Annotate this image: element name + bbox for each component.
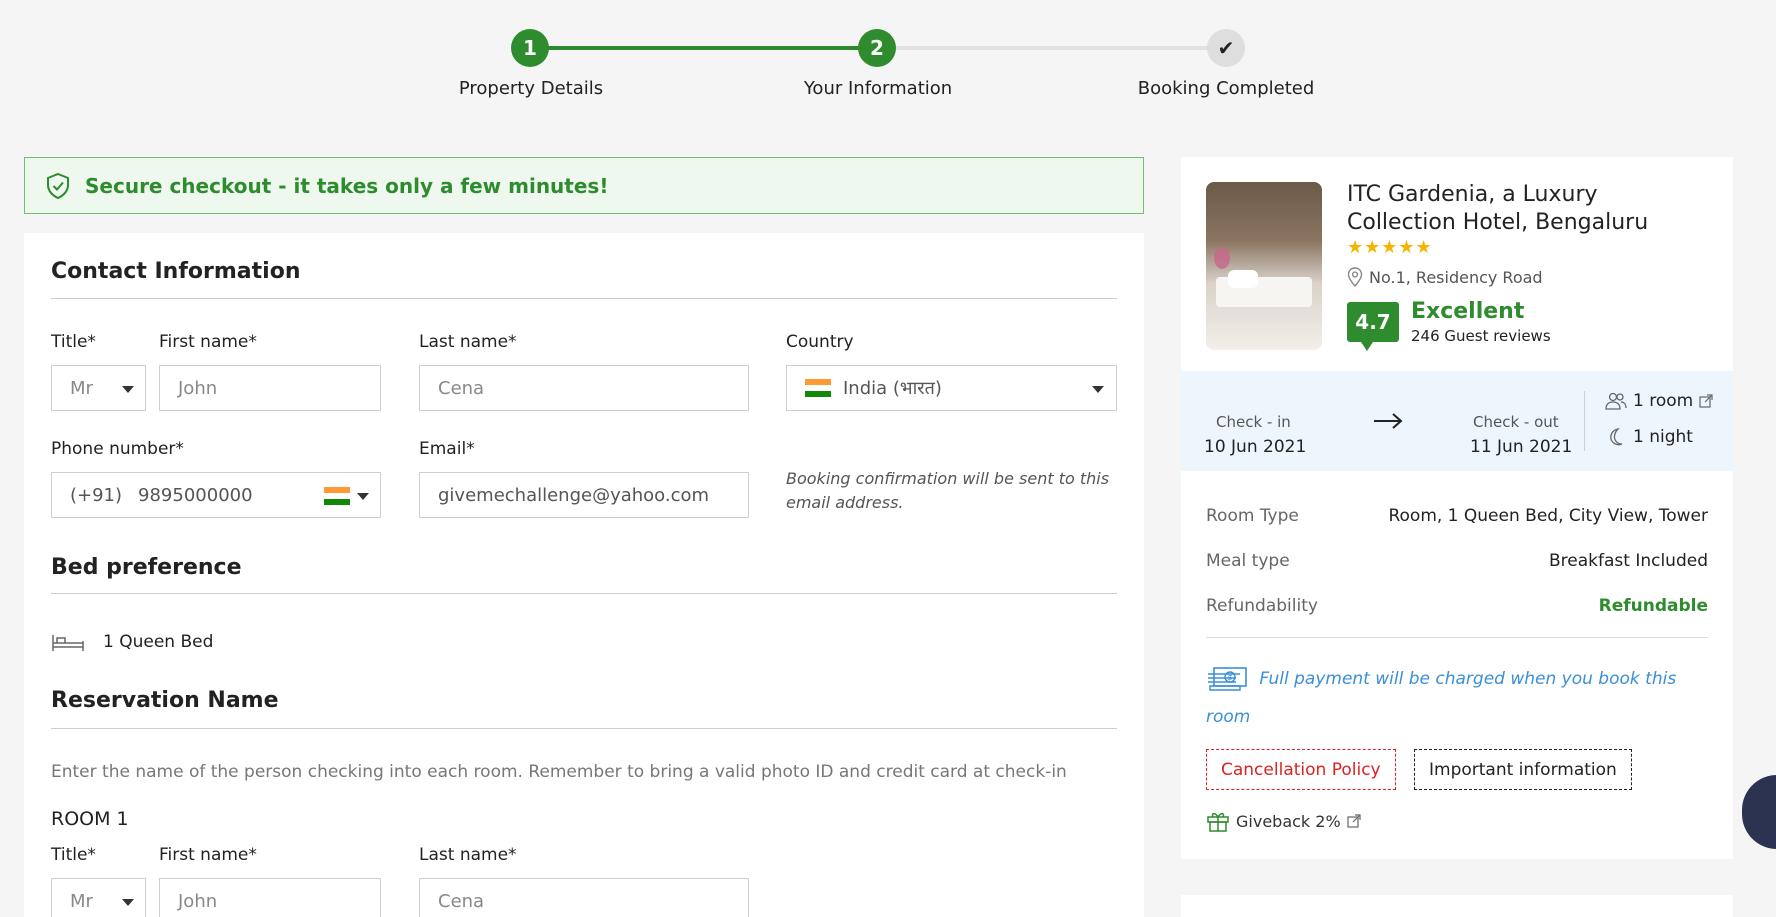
room-1-label: ROOM 1 bbox=[51, 808, 129, 830]
hotel-photo[interactable] bbox=[1206, 182, 1322, 350]
stepper-progress-pending bbox=[877, 46, 1226, 50]
hotel-star-rating: ★★★★★ bbox=[1347, 237, 1433, 258]
meal-type-value: Breakfast Included bbox=[1548, 551, 1708, 571]
chevron-down-icon bbox=[122, 386, 134, 393]
arrow-right-icon bbox=[1374, 413, 1403, 429]
email-input[interactable]: givemechallenge@yahoo.com bbox=[419, 472, 749, 518]
hotel-address: No.1, Residency Road bbox=[1347, 267, 1543, 287]
first-name-input[interactable]: John bbox=[159, 365, 381, 411]
money-icon: $ bbox=[1208, 667, 1247, 691]
gift-icon bbox=[1207, 812, 1229, 832]
room-title-select[interactable]: Mr bbox=[51, 878, 146, 917]
refundability-value: Refundable bbox=[1598, 596, 1708, 616]
night-count-text: 1 night bbox=[1633, 427, 1693, 447]
giveback-link[interactable]: Giveback 2% bbox=[1206, 809, 1361, 833]
stay-dates-panel: Check - in 10 Jun 2021 Check - out 11 Ju… bbox=[1181, 371, 1733, 471]
giveback-text: Giveback 2% bbox=[1236, 811, 1341, 831]
svg-text:$: $ bbox=[1228, 673, 1233, 682]
bed-option-label: 1 Queen Bed bbox=[103, 632, 214, 652]
title-label: Title* bbox=[51, 332, 96, 352]
moon-icon bbox=[1610, 427, 1623, 446]
review-count[interactable]: 246 Guest reviews bbox=[1411, 327, 1551, 345]
room-title-value: Mr bbox=[70, 890, 93, 912]
bed-icon bbox=[52, 635, 84, 651]
external-link-icon[interactable] bbox=[1347, 814, 1361, 828]
step-2-circle: 2 bbox=[858, 29, 896, 67]
phone-label: Phone number* bbox=[51, 439, 184, 459]
booking-stepper: 1 Property Details 2 Your Information ✔ … bbox=[0, 0, 1776, 120]
india-flag-icon[interactable] bbox=[324, 487, 350, 505]
checkin-label: Check - in bbox=[1216, 413, 1291, 431]
step-1-circle: 1 bbox=[511, 29, 549, 67]
phone-input[interactable]: (+91) 9895000000 bbox=[51, 472, 381, 518]
phone-number-value: 9895000000 bbox=[138, 484, 253, 506]
hotel-name[interactable]: ITC Gardenia, a Luxury Collection Hotel,… bbox=[1347, 181, 1707, 237]
room-first-name-input[interactable]: John bbox=[159, 878, 381, 917]
checkin-date: 10 Jun 2021 bbox=[1204, 437, 1307, 457]
room-first-name-label: First name* bbox=[159, 845, 257, 865]
meal-type-row: Meal type Breakfast Included bbox=[1206, 551, 1708, 571]
checkout-date: 11 Jun 2021 bbox=[1470, 437, 1573, 457]
room-last-name-label: Last name* bbox=[419, 845, 517, 865]
review-score-word: Excellent bbox=[1411, 299, 1525, 324]
email-label: Email* bbox=[419, 439, 475, 459]
dates-separator bbox=[1584, 391, 1585, 451]
payment-note: $ Full payment will be charged when you … bbox=[1206, 660, 1716, 736]
title-select[interactable]: Mr bbox=[51, 365, 146, 411]
room-title-label: Title* bbox=[51, 845, 96, 865]
step-1-label: Property Details bbox=[458, 78, 604, 99]
room-last-name-input[interactable]: Cena bbox=[419, 878, 749, 917]
bed-divider bbox=[51, 593, 1117, 594]
contact-information-heading: Contact Information bbox=[51, 259, 301, 284]
refundability-row: Refundability Refundable bbox=[1206, 596, 1708, 616]
chevron-down-icon bbox=[1092, 386, 1104, 393]
external-link-icon[interactable] bbox=[1699, 394, 1713, 408]
chat-widget-button[interactable] bbox=[1742, 775, 1776, 849]
meal-type-key: Meal type bbox=[1206, 551, 1290, 571]
india-flag-icon bbox=[805, 379, 831, 397]
secure-checkout-text: Secure checkout - it takes only a few mi… bbox=[85, 173, 609, 198]
hotel-address-text: No.1, Residency Road bbox=[1369, 267, 1543, 287]
secure-checkout-banner: Secure checkout - it takes only a few mi… bbox=[24, 157, 1144, 214]
room-count[interactable]: 1 room bbox=[1605, 391, 1713, 411]
important-information-button[interactable]: Important information bbox=[1414, 749, 1632, 790]
summary-divider bbox=[1206, 637, 1708, 638]
guest-form-card: Contact Information Title* Mr First name… bbox=[24, 233, 1144, 917]
reservation-divider bbox=[51, 728, 1117, 729]
cancellation-policy-button[interactable]: Cancellation Policy bbox=[1206, 749, 1396, 790]
summary-card-secondary bbox=[1181, 895, 1733, 917]
room-type-value: Room, 1 Queen Bed, City View, Tower bbox=[1388, 506, 1708, 526]
stepper-progress-done bbox=[530, 46, 877, 50]
contact-divider bbox=[51, 298, 1117, 299]
reservation-note: Enter the name of the person checking in… bbox=[51, 762, 1067, 782]
email-hint: Booking confirmation will be sent to thi… bbox=[786, 469, 1110, 512]
checkout-label: Check - out bbox=[1473, 413, 1559, 431]
refundability-key: Refundability bbox=[1206, 596, 1318, 616]
first-name-label: First name* bbox=[159, 332, 257, 352]
booking-summary-card: ITC Gardenia, a Luxury Collection Hotel,… bbox=[1181, 157, 1733, 859]
room-type-key: Room Type bbox=[1206, 506, 1299, 526]
review-score-badge: 4.7 bbox=[1347, 302, 1399, 351]
users-icon bbox=[1605, 392, 1627, 410]
location-pin-icon bbox=[1347, 267, 1363, 287]
last-name-input[interactable]: Cena bbox=[419, 365, 749, 411]
shield-check-icon bbox=[47, 172, 69, 199]
title-select-value: Mr bbox=[70, 377, 93, 399]
step-2-label: Your Information bbox=[803, 78, 953, 99]
last-name-label: Last name* bbox=[419, 332, 517, 352]
phone-country-code: (+91) bbox=[70, 484, 123, 506]
country-select-value: India (भारत) bbox=[843, 378, 942, 399]
step-3-label: Booking Completed bbox=[1137, 78, 1315, 99]
room-count-text: 1 room bbox=[1633, 391, 1694, 411]
chevron-down-icon bbox=[122, 899, 134, 906]
room-type-row: Room Type Room, 1 Queen Bed, City View, … bbox=[1206, 506, 1708, 526]
payment-note-text: Full payment will be charged when you bo… bbox=[1206, 669, 1677, 727]
step-3-check-icon: ✔ bbox=[1207, 29, 1245, 67]
night-count: 1 night bbox=[1605, 427, 1693, 447]
country-select[interactable]: India (भारत) bbox=[786, 365, 1117, 411]
chevron-down-icon[interactable] bbox=[357, 493, 369, 500]
reservation-name-heading: Reservation Name bbox=[51, 688, 279, 713]
country-label: Country bbox=[786, 332, 854, 352]
bed-preference-heading: Bed preference bbox=[51, 555, 242, 580]
